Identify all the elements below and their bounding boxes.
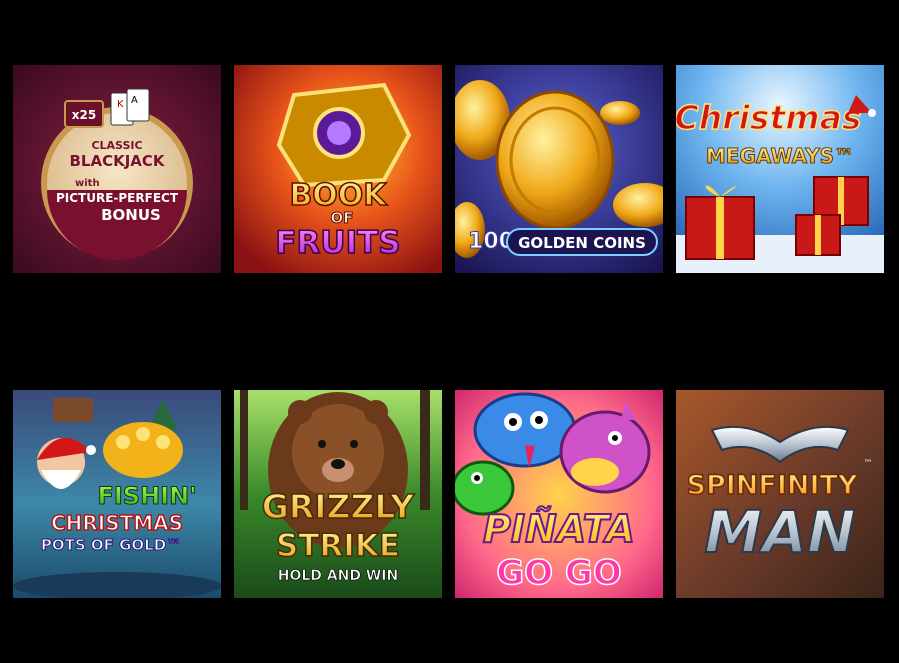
svg-text:CLASSIC: CLASSIC [91,139,142,152]
svg-text:STRIKE: STRIKE [276,528,400,564]
svg-text:GOLDEN COINS: GOLDEN COINS [518,234,646,252]
game-tile-classic-blackjack[interactable]: x25 K A CLASSIC BLACKJACK with PICTURE-P… [13,65,221,273]
grizzly-strike-artwork: GRIZZLY STRIKE HOLD AND WIN [234,390,442,598]
svg-text:BLACKJACK: BLACKJACK [69,152,165,170]
multiplier-badge: x25 [72,108,96,122]
christmas-megaways-artwork: Christmas MEGAWAYS™ [676,65,884,273]
svg-text:K: K [117,99,124,110]
game-tile-book-of-fruits[interactable]: BOOK OF FRUITS [234,65,442,273]
book-of-fruits-artwork: BOOK OF FRUITS [234,65,442,273]
svg-text:MEGAWAYS™: MEGAWAYS™ [706,144,854,168]
svg-text:Christmas: Christmas [676,98,862,137]
svg-text:SPINFINITY: SPINFINITY [687,470,858,501]
game-tile-grizzly-strike[interactable]: GRIZZLY STRIKE HOLD AND WIN [234,390,442,598]
svg-text:BONUS: BONUS [101,206,161,224]
svg-text:with: with [75,178,100,189]
game-tile-christmas-megaways[interactable]: Christmas MEGAWAYS™ [676,65,884,273]
svg-text:FRUITS: FRUITS [275,225,400,261]
game-tile-fishin-christmas-pots-of-gold[interactable]: FISHIN' CHRISTMAS POTS OF GOLD™ [13,390,221,598]
svg-text:PIÑATA: PIÑATA [483,507,635,551]
spinfinity-man-artwork: SPINFINITY ™ MAN [676,390,884,598]
game-tile-pinata-go-go[interactable]: PIÑATA GO GO [455,390,663,598]
svg-text:POTS OF GOLD™: POTS OF GOLD™ [41,536,181,554]
game-tile-spinfinity-man[interactable]: SPINFINITY ™ MAN [676,390,884,598]
svg-text:CHRISTMAS: CHRISTMAS [51,511,183,535]
pinata-go-go-artwork: PIÑATA GO GO [455,390,663,598]
svg-text:MAN: MAN [704,498,855,566]
golden-coins-artwork: 100 GOLDEN COINS [455,65,663,273]
svg-text:A: A [131,95,138,106]
svg-text:BOOK: BOOK [289,178,388,213]
svg-text:FISHIN': FISHIN' [97,482,196,510]
svg-text:™: ™ [864,459,873,469]
svg-text:PICTURE-PERFECT: PICTURE-PERFECT [56,191,179,205]
svg-text:HOLD AND WIN: HOLD AND WIN [278,568,398,584]
fishin-christmas-artwork: FISHIN' CHRISTMAS POTS OF GOLD™ [13,390,221,598]
classic-blackjack-artwork: x25 K A CLASSIC BLACKJACK with PICTURE-P… [13,65,221,273]
svg-text:GRIZZLY: GRIZZLY [262,487,416,526]
svg-text:GO GO: GO GO [496,553,621,593]
game-tile-100-golden-coins[interactable]: 100 GOLDEN COINS [455,65,663,273]
